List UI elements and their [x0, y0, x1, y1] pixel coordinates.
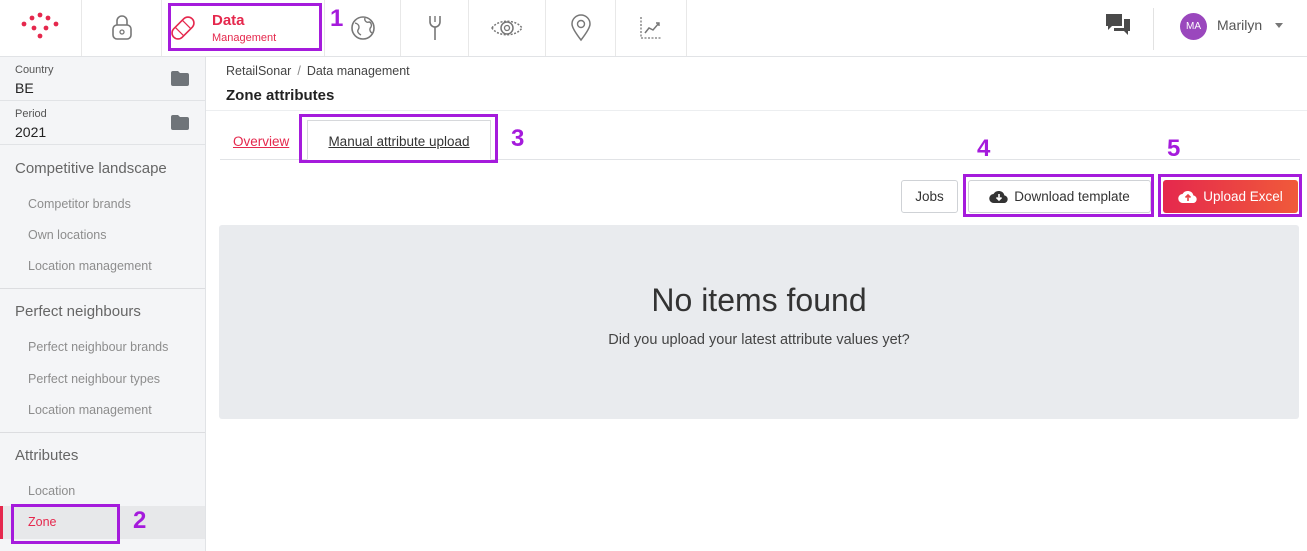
nav-eye[interactable] — [469, 0, 546, 56]
period-value: 2021 — [15, 124, 47, 140]
retailsonar-logo[interactable] — [0, 0, 82, 56]
empty-state-title: No items found — [651, 282, 867, 318]
sidebar-item-location-management[interactable]: Location management — [28, 259, 152, 273]
country-selector[interactable]: Country BE — [0, 57, 205, 101]
annotation-number-5: 5 — [1167, 135, 1181, 162]
breadcrumb-current: Data management — [306, 64, 410, 78]
annotation-box-2 — [11, 504, 120, 544]
annotation-box-4 — [963, 174, 1154, 217]
annotation-number-3: 3 — [511, 125, 525, 152]
sidebar-item-location[interactable]: Location — [28, 484, 75, 498]
wrench-icon — [428, 16, 441, 40]
globe-icon — [350, 16, 375, 40]
sidebar-divider — [0, 288, 205, 289]
breadcrumb-separator: / — [297, 64, 301, 78]
annotation-number-1: 1 — [330, 5, 344, 32]
breadcrumb: RetailSonar / Data management — [226, 64, 410, 78]
chart-trend-icon — [640, 17, 662, 39]
annotation-box-1 — [168, 3, 322, 51]
sidebar-item-perfect-neighbour-brands[interactable]: Perfect neighbour brands — [28, 340, 168, 354]
annotation-number-2: 2 — [133, 507, 147, 534]
sidebar-item-perfect-neighbour-types[interactable]: Perfect neighbour types — [28, 372, 160, 386]
nav-tools[interactable] — [401, 0, 469, 56]
sidebar-divider — [0, 432, 205, 433]
sidebar-item-competitor-brands[interactable]: Competitor brands — [28, 197, 131, 211]
user-divider — [1153, 8, 1154, 50]
folder-icon[interactable] — [171, 115, 189, 130]
active-indicator — [0, 506, 3, 539]
section-attributes: Attributes — [15, 447, 79, 464]
empty-state-panel: No items found Did you upload your lates… — [219, 225, 1299, 419]
empty-state-subtitle: Did you upload your latest attribute val… — [608, 332, 910, 348]
tab-overview[interactable]: Overview — [233, 134, 289, 149]
annotation-box-3 — [299, 114, 498, 163]
lock-icon — [111, 15, 132, 40]
sidebar-item-own-locations[interactable]: Own locations — [28, 228, 107, 242]
annotation-box-5 — [1158, 174, 1302, 217]
jobs-button-label: Jobs — [915, 189, 944, 204]
sidebar: Country BE Period 2021 Competitive lands… — [0, 57, 206, 551]
section-competitive-landscape: Competitive landscape — [15, 160, 167, 177]
user-name[interactable]: Marilyn — [1217, 17, 1262, 33]
period-label: Period — [15, 108, 47, 120]
avatar[interactable]: MA — [1180, 13, 1207, 40]
nav-lock[interactable] — [82, 0, 162, 56]
header-divider — [206, 110, 1307, 111]
annotation-number-4: 4 — [977, 135, 991, 162]
section-perfect-neighbours: Perfect neighbours — [15, 303, 141, 320]
map-pin-icon — [570, 14, 591, 42]
dots-logo-icon — [21, 12, 59, 39]
jobs-button[interactable]: Jobs — [901, 180, 958, 213]
nav-analytics[interactable] — [616, 0, 687, 56]
breadcrumb-root[interactable]: RetailSonar — [226, 64, 291, 78]
nav-location[interactable] — [546, 0, 616, 56]
folder-icon[interactable] — [171, 71, 189, 86]
page-title: Zone attributes — [226, 87, 335, 104]
eye-icon — [491, 20, 523, 36]
chevron-down-icon[interactable] — [1275, 23, 1283, 28]
country-value: BE — [15, 80, 34, 96]
sidebar-item-location-management[interactable]: Location management — [28, 403, 152, 417]
country-label: Country — [15, 64, 54, 76]
chat-icon[interactable] — [1104, 12, 1132, 38]
period-selector[interactable]: Period 2021 — [0, 101, 205, 145]
